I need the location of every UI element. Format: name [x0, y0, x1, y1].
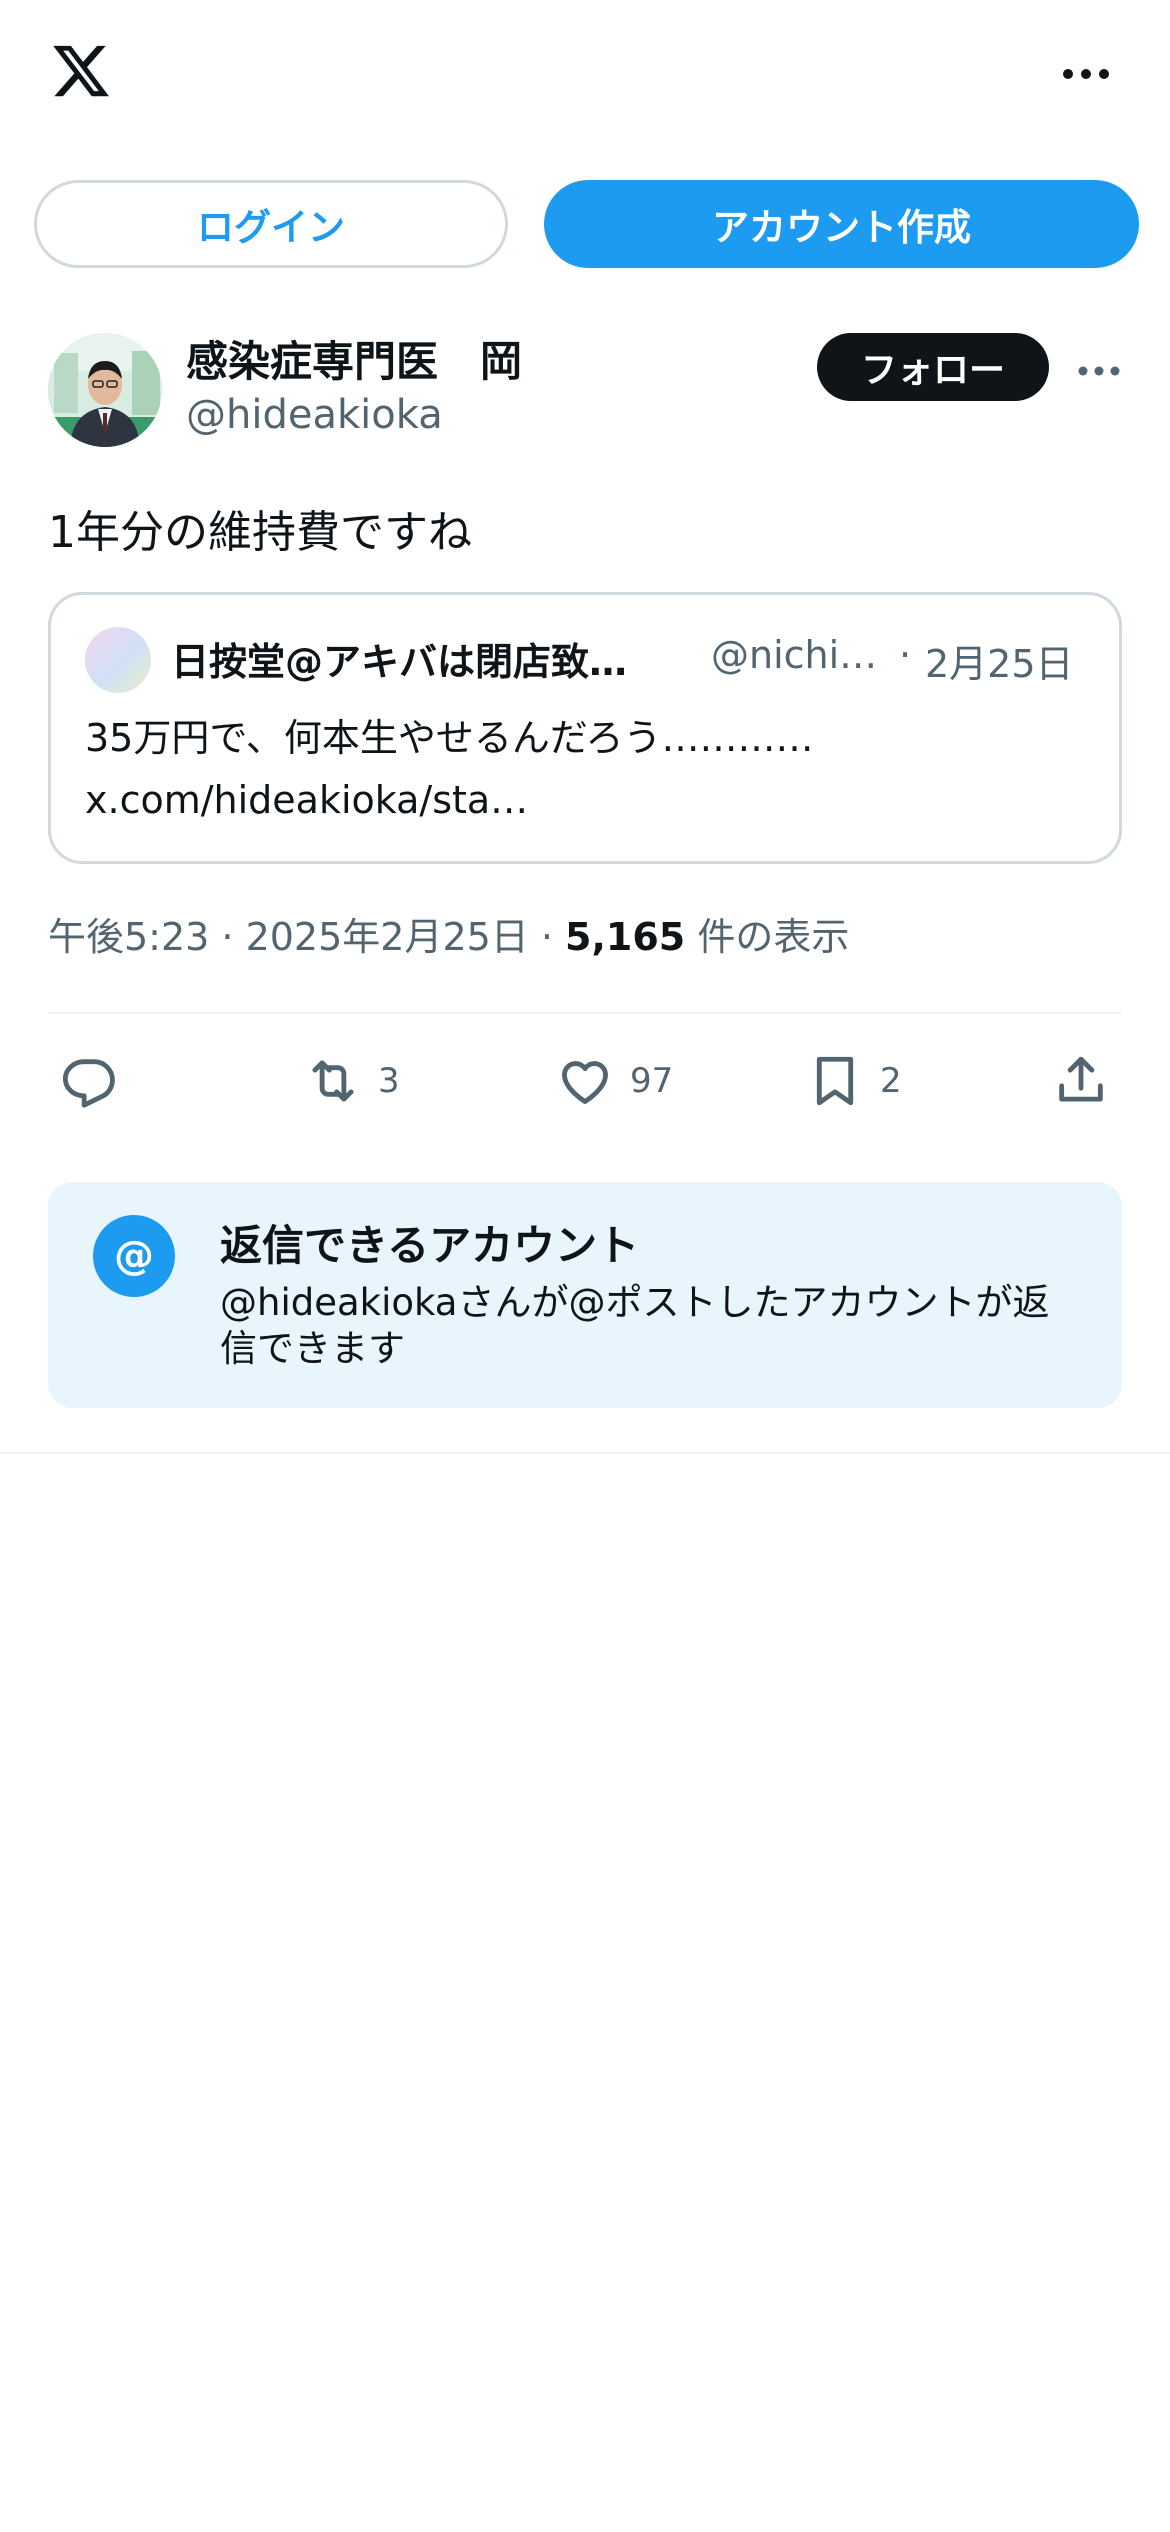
create-account-button[interactable]: アカウント作成 — [544, 180, 1139, 268]
quoted-text-line: 35万円で、何本生やせるんだろう………… — [85, 716, 814, 760]
view-label: 件の表示 — [685, 915, 850, 959]
like-button[interactable]: 97 — [556, 1046, 673, 1116]
author-handle[interactable]: @hideakioka — [186, 392, 443, 438]
reply-icon — [62, 1059, 115, 1108]
bookmark-count: 2 — [880, 1061, 902, 1101]
divider — [0, 1452, 1170, 1454]
divider — [48, 1012, 1122, 1014]
quoted-separator: · — [899, 633, 912, 677]
retweet-icon — [312, 1060, 354, 1102]
retweet-count: 3 — [378, 1061, 400, 1101]
like-count: 97 — [630, 1061, 674, 1101]
retweet-button[interactable]: 3 — [304, 1046, 400, 1116]
quoted-author-handle: @nichi… — [711, 633, 878, 677]
follow-button[interactable]: フォロー — [817, 333, 1049, 401]
bookmark-button[interactable]: 2 — [806, 1046, 902, 1116]
author-avatar[interactable] — [48, 333, 162, 447]
reply-restriction-notice: @ 返信できるアカウント @hideakiokaさんが@ポストしたアカウントが返… — [48, 1182, 1122, 1408]
login-button[interactable]: ログイン — [34, 180, 508, 268]
notice-description: @hideakiokaさんが@ポストしたアカウントが返信できます — [220, 1281, 1050, 1370]
view-count: 5,165 — [565, 915, 686, 959]
quoted-author-avatar — [85, 627, 151, 693]
tweet-more-icon[interactable] — [1078, 362, 1120, 376]
share-button[interactable] — [1052, 1046, 1110, 1116]
reply-button[interactable] — [60, 1046, 118, 1116]
author-name[interactable]: 感染症専門医 岡 — [186, 328, 522, 389]
tweet-text: 1年分の維持費ですね — [48, 507, 472, 558]
share-icon — [1059, 1056, 1103, 1102]
quoted-author-name: 日按堂@アキバは閉店致… — [171, 640, 628, 684]
quoted-tweet-card[interactable]: 日按堂@アキバは閉店致… @nichi… · 2月25日 35万円で、何本生やせ… — [48, 592, 1122, 864]
more-horizontal-icon[interactable] — [1062, 66, 1110, 80]
bookmark-icon — [816, 1056, 854, 1106]
tweet-timestamp[interactable]: 午後5:23 · 2025年2月25日 · — [48, 915, 565, 959]
heart-icon — [562, 1061, 608, 1104]
quoted-link[interactable]: x.com/hideakioka/sta… — [85, 769, 1085, 831]
x-logo-icon[interactable] — [48, 40, 114, 102]
quoted-date: 2月25日 — [925, 642, 1074, 686]
quoted-text: 35万円で、何本生やせるんだろう………… x.com/hideakioka/st… — [85, 707, 1085, 831]
tweet-meta: 午後5:23 · 2025年2月25日 · 5,165 件の表示 — [48, 906, 849, 961]
mention-icon: @ — [93, 1215, 175, 1297]
notice-title: 返信できるアカウント — [220, 1221, 640, 1270]
